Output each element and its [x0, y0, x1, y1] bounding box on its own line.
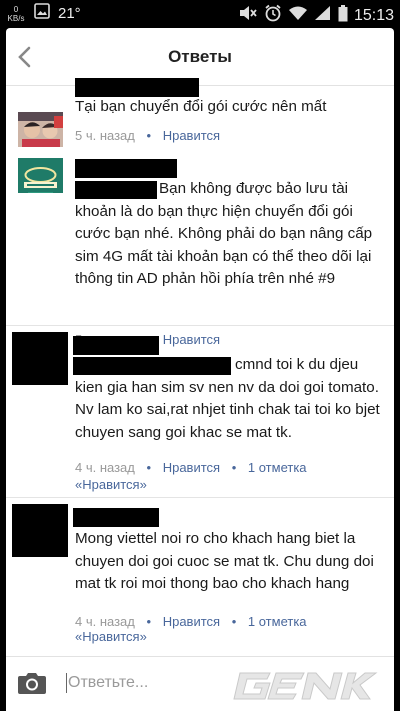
gallery-icon — [34, 3, 50, 24]
reactions-count[interactable]: 1 отметка — [248, 460, 307, 475]
like-button[interactable]: Нравится — [163, 614, 220, 629]
reply-composer — [6, 656, 394, 711]
comment-text: cmnd toi k du djeu kien gia han sim sv n… — [75, 354, 380, 444]
separator-dot: • — [231, 460, 237, 475]
comment-time: 4 ч. назад — [75, 614, 135, 629]
comment-time: 4 ч. назад — [75, 460, 135, 475]
like-button[interactable]: Нравится — [163, 460, 220, 475]
comment-text: Tại bạn chuyển đổi gói cước nên mất — [75, 98, 327, 115]
comment-meta: 5 ч. назад • Нравится — [75, 128, 220, 143]
network-speed: 0 KB/s — [6, 5, 26, 23]
alarm-icon — [264, 4, 282, 27]
avatar[interactable] — [12, 504, 68, 557]
temperature: 21° — [58, 5, 81, 22]
divider — [6, 325, 394, 326]
avatar[interactable] — [12, 332, 68, 385]
redacted-author-name — [73, 336, 159, 355]
text-cursor — [66, 673, 67, 693]
comment-item: cmnd toi k du djeu kien gia han sim sv n… — [6, 330, 394, 500]
like-button[interactable]: Нравится — [163, 128, 220, 143]
reactions-count[interactable]: 1 отметка — [248, 614, 307, 629]
replies-panel: Ответы Tại bạn chuyển đổi gói cước nên m… — [6, 28, 394, 711]
comment-text-content: Bạn không được bảo lưu tài khoản là do b… — [75, 180, 373, 287]
separator-dot: • — [231, 614, 237, 629]
separator-dot: • — [146, 614, 152, 629]
genk-watermark — [230, 669, 380, 703]
separator-dot: • — [146, 128, 152, 143]
liked-label[interactable]: «Нравится» — [75, 629, 147, 644]
comment-meta: 4 ч. назад • Нравится • 1 отметка — [75, 460, 307, 475]
liked-label[interactable]: «Нравится» — [75, 477, 147, 492]
network-speed-value: 0 — [13, 4, 19, 14]
comment-time: 5 ч. назад — [75, 128, 135, 143]
separator-dot: • — [146, 460, 152, 475]
comment-text: Mong viettel noi ro cho khach hang biet … — [75, 530, 374, 592]
redacted-author-name — [75, 159, 177, 178]
camera-icon[interactable] — [17, 671, 47, 695]
mute-icon — [238, 4, 258, 27]
avatar[interactable] — [18, 112, 63, 147]
wifi-icon — [288, 5, 308, 26]
comment-text: Bạn không được bảo lưu tài khoản là do b… — [75, 178, 380, 291]
comment-item: Bạn không được bảo lưu tài khoản là do b… — [6, 158, 394, 358]
viettel-logo-avatar[interactable] — [18, 158, 63, 193]
comment-text-content: cmnd toi k du djeu kien gia han sim sv n… — [75, 356, 380, 441]
comment-item: Mong viettel noi ro cho khach hang biet … — [6, 502, 394, 652]
comment-meta: 4 ч. назад • Нравится • 1 отметка — [75, 614, 307, 629]
clock: 15:13 — [353, 6, 394, 24]
redacted-author-name — [75, 78, 199, 97]
network-speed-unit: KB/s — [7, 13, 25, 23]
status-bar: 0 KB/s 21° 15:13 — [0, 0, 400, 28]
signal-icon — [314, 5, 332, 26]
redacted-author-name — [73, 508, 159, 527]
battery-icon — [338, 4, 348, 27]
divider — [6, 497, 394, 498]
page-title: Ответы — [168, 47, 232, 66]
